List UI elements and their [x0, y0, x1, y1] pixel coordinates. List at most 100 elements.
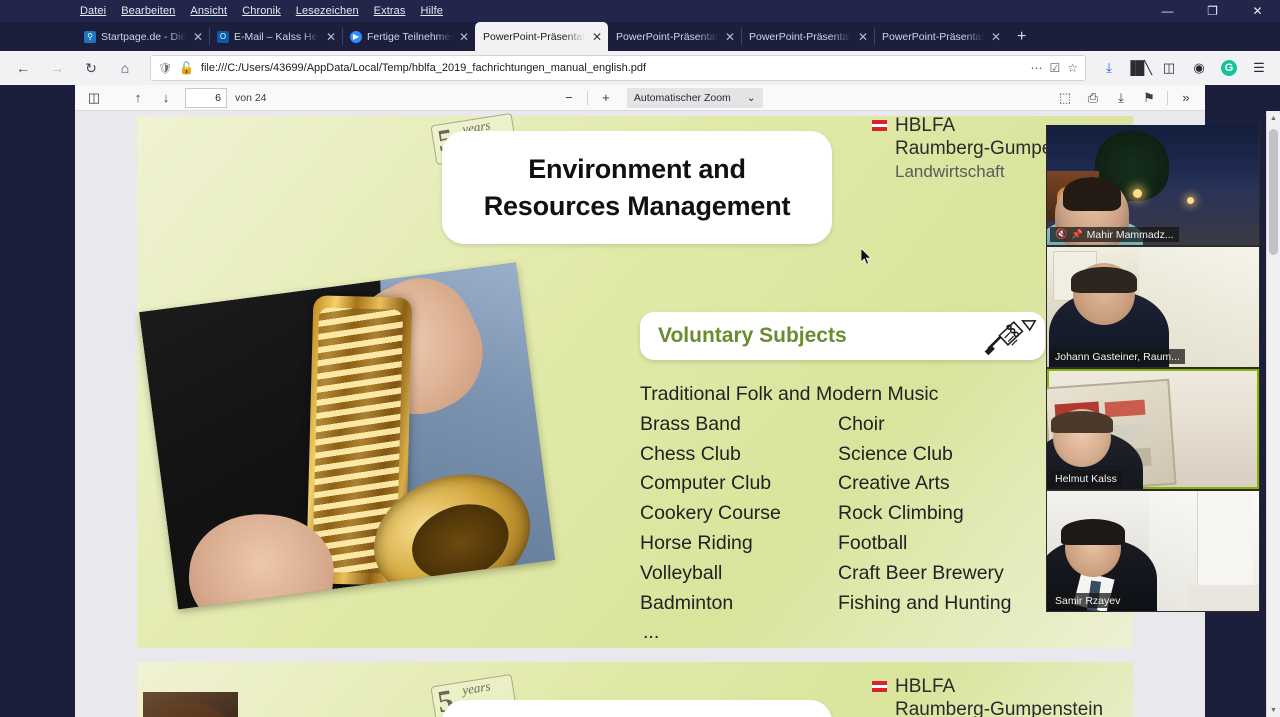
close-icon[interactable]: ✕: [324, 30, 338, 44]
subject-item: Craft Beer Brewery: [838, 561, 1004, 584]
pdf-page-total: von 24: [235, 91, 267, 104]
startpage-icon: ⚲: [84, 30, 96, 43]
tab-powerpoint-3[interactable]: PowerPoint-Präsentation - h ✕: [741, 22, 874, 51]
menu-icon[interactable]: ☰: [1246, 55, 1272, 81]
participant-tile[interactable]: Johann Gasteiner, Raum...: [1047, 247, 1259, 367]
close-button[interactable]: ✕: [1235, 0, 1280, 22]
menu-item-bearbeiten[interactable]: Bearbeiten: [121, 5, 175, 17]
participant-name-badge: Samir Rzayev: [1050, 593, 1126, 608]
page-title-line-1: Environment and: [528, 154, 746, 185]
participant-name: Mahir Mammadz...: [1086, 228, 1174, 241]
download-icon[interactable]: ⤓: [1096, 55, 1122, 81]
subject-item: Traditional Folk and Modern Music: [640, 383, 939, 405]
voluntary-subjects-list: Traditional Folk and Modern Music Brass …: [640, 380, 1011, 618]
slide-title-card: Environment and Resources Management: [442, 131, 832, 244]
sidebar-icon[interactable]: ◫: [1156, 55, 1182, 81]
pdf-print-icon[interactable]: ⎙: [1080, 87, 1106, 109]
subject-item: Chess Club: [640, 442, 741, 465]
new-tab-button[interactable]: +: [1007, 28, 1036, 46]
pdf-page-input[interactable]: 6: [185, 87, 227, 108]
page-actions-icon[interactable]: ⋯: [1030, 61, 1042, 75]
title-bar: Datei Bearbeiten Ansicht Chronik Lesezei…: [0, 0, 1280, 22]
menu-item-datei[interactable]: Datei: [80, 5, 106, 17]
pdf-bookmark-icon[interactable]: ⚑: [1136, 87, 1162, 109]
tab-email[interactable]: O E-Mail – Kalss Helmut – ✕: [209, 22, 342, 51]
tab-zoom-participants[interactable]: ▶ Fertige Teilnehmer - Zoo ✕: [342, 22, 475, 51]
participant-name: Johann Gasteiner, Raum...: [1055, 350, 1180, 363]
close-icon[interactable]: ✕: [590, 30, 604, 44]
close-icon[interactable]: ✕: [457, 30, 471, 44]
menu-bar: Datei Bearbeiten Ansicht Chronik Lesezei…: [0, 5, 443, 17]
tab-powerpoint-1[interactable]: PowerPoint-Präsentation - h ✕: [475, 22, 608, 51]
participant-name-badge: 🔇 📌 Mahir Mammadz...: [1050, 227, 1179, 242]
broken-lock-icon: 🔓: [178, 61, 194, 75]
menu-item-ansicht[interactable]: Ansicht: [190, 5, 227, 17]
viewer-scrollbar[interactable]: ▲ ▼: [1266, 111, 1280, 717]
shield-icon[interactable]: 🛡: [158, 62, 172, 75]
scroll-up-icon[interactable]: ▲: [1267, 111, 1280, 125]
austria-flag-icon: [872, 681, 887, 692]
page-title-line-2: Resources Management: [483, 190, 791, 221]
navigation-toolbar: ← → ↻ ⌂ 🛡 🔓 file:///C:/Users/43699/AppDa…: [0, 51, 1280, 85]
pdf-toolbar: ◫ ↑ ↓ 6 von 24 − + Automatischer Zoom ⌄ …: [75, 85, 1205, 111]
close-icon[interactable]: ✕: [856, 30, 870, 44]
subject-item: Brass Band: [640, 412, 741, 435]
subject-item: Computer Club: [640, 472, 772, 495]
maximize-button[interactable]: ❐: [1190, 0, 1235, 22]
next-slide-photo: [143, 692, 238, 717]
reload-icon[interactable]: ↻: [76, 55, 106, 81]
pdf-presentation-icon[interactable]: ⬚: [1052, 87, 1078, 109]
grammarly-icon[interactable]: G: [1216, 55, 1242, 81]
participant-tile[interactable]: Samir Rzayev: [1047, 491, 1259, 611]
pdf-sidebar-toggle[interactable]: ◫: [81, 87, 107, 109]
tab-startpage[interactable]: ⚲ Startpage.de - Die sicher ✕: [76, 22, 209, 51]
close-icon[interactable]: ✕: [723, 30, 737, 44]
pin-icon: 📌: [1071, 229, 1083, 239]
pdf-zoom-out[interactable]: −: [556, 87, 582, 109]
tab-label: Fertige Teilnehmer - Zoo: [367, 30, 452, 43]
pdf-viewer[interactable]: 5 years 14 up Environment and Resources …: [75, 111, 1205, 717]
subject-item: Horse Riding: [640, 531, 753, 554]
menu-item-lesezeichen[interactable]: Lesezeichen: [296, 5, 359, 17]
participant-name: Samir Rzayev: [1055, 594, 1121, 607]
mouse-cursor: [861, 248, 872, 265]
pdf-zoom-in[interactable]: +: [593, 87, 619, 109]
home-icon[interactable]: ⌂: [110, 55, 140, 81]
pdf-save-icon[interactable]: ⤓: [1108, 87, 1134, 109]
url-bar[interactable]: 🛡 🔓 file:///C:/Users/43699/AppData/Local…: [150, 55, 1086, 81]
library-icon[interactable]: ▐█╲: [1126, 55, 1152, 81]
subject-item: Football: [838, 531, 908, 554]
menu-item-hilfe[interactable]: Hilfe: [420, 5, 443, 17]
subjects-more-indicator: ...: [643, 621, 660, 643]
close-icon[interactable]: ✕: [191, 30, 205, 44]
voluntary-subjects-heading: Voluntary Subjects: [658, 324, 847, 347]
divider: [586, 90, 588, 105]
save-to-pocket-icon[interactable]: ☑: [1049, 61, 1060, 75]
tab-label: PowerPoint-Präsentation - h: [616, 30, 718, 43]
minimize-button[interactable]: —: [1145, 0, 1190, 22]
tab-powerpoint-4[interactable]: PowerPoint-Präsentation - h ✕: [874, 22, 1007, 51]
tab-powerpoint-2[interactable]: PowerPoint-Präsentation - h ✕: [608, 22, 741, 51]
trumpet-icon: [984, 320, 1037, 356]
close-icon[interactable]: ✕: [989, 30, 1003, 44]
participant-tile[interactable]: 🔇 📌 Mahir Mammadz...: [1047, 125, 1259, 245]
url-text: file:///C:/Users/43699/AppData/Local/Tem…: [200, 62, 647, 74]
voluntary-subjects-card: Voluntary Subjects: [640, 312, 1045, 360]
subject-item: Cookery Course: [640, 502, 781, 525]
menu-item-chronik[interactable]: Chronik: [242, 5, 281, 17]
account-icon[interactable]: ◉: [1186, 55, 1212, 81]
scroll-down-icon[interactable]: ▼: [1267, 703, 1280, 717]
browser-window: Datei Bearbeiten Ansicht Chronik Lesezei…: [0, 0, 1280, 717]
back-icon[interactable]: ←: [8, 55, 38, 81]
participant-tile-active-speaker[interactable]: Helmut Kalss: [1047, 369, 1259, 489]
pdf-more-tools[interactable]: »: [1173, 87, 1199, 109]
menu-item-extras[interactable]: Extras: [374, 5, 406, 17]
pdf-zoom-select[interactable]: Automatischer Zoom ⌄: [626, 87, 763, 108]
scrollbar-thumb[interactable]: [1269, 129, 1278, 255]
brand-line-1: HBLFA: [895, 676, 956, 697]
subject-item: Creative Arts: [838, 472, 950, 495]
pdf-prev-page[interactable]: ↑: [125, 87, 151, 109]
forward-icon[interactable]: →: [42, 55, 72, 81]
pdf-next-page[interactable]: ↓: [153, 87, 179, 109]
bookmark-star-icon[interactable]: ☆: [1067, 61, 1078, 75]
